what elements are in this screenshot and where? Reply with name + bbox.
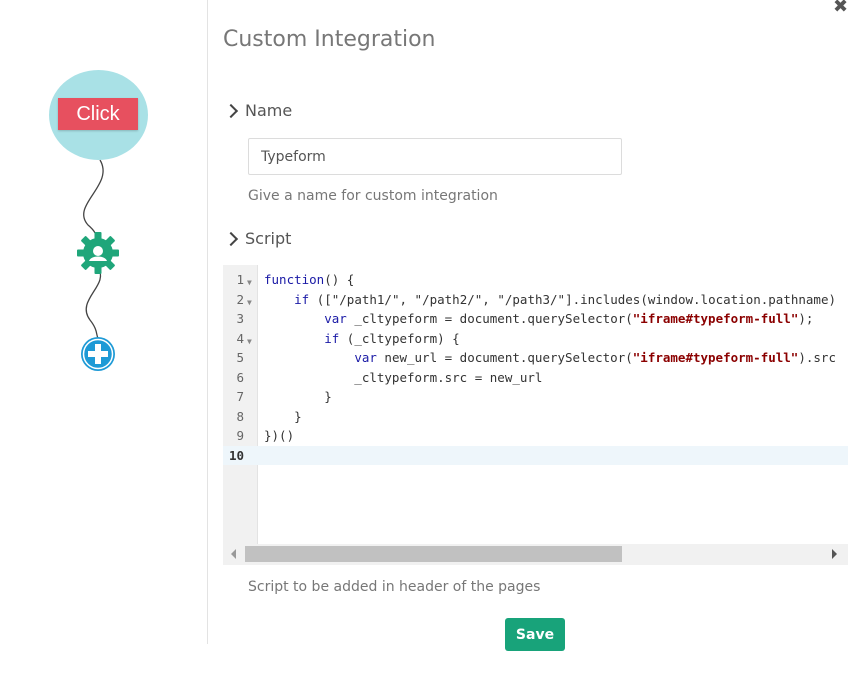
code-text: } <box>264 389 332 404</box>
code-text: var _cltypeform = document.querySelector… <box>324 311 814 326</box>
code-text: var new_url = document.querySelector("if… <box>354 350 836 365</box>
code-line[interactable]: 5 var new_url = document.querySelector("… <box>223 348 848 368</box>
save-button[interactable]: Save <box>505 618 565 651</box>
page-title: Custom Integration <box>223 27 436 52</box>
code-line[interactable]: 6 _cltypeform.src = new_url <box>223 368 848 388</box>
code-line[interactable]: 3 var _cltypeform = document.querySelect… <box>223 309 848 329</box>
code-text: } <box>264 408 302 424</box>
code-line[interactable]: 10 <box>223 445 848 465</box>
code-text: _cltypeform.src = new_url <box>264 369 543 385</box>
script-section-toggle[interactable]: Script <box>223 229 292 248</box>
integration-name-input[interactable] <box>248 138 622 175</box>
code-text: if (["/path1/", "/path2/", "/path3/"].in… <box>294 291 837 307</box>
code-line[interactable]: 4 ▼ if (_cltypeform) { <box>223 329 848 349</box>
add-step-plus-icon[interactable] <box>80 336 116 372</box>
name-section-toggle[interactable]: Name <box>223 101 293 120</box>
script-help-text: Script to be added in header of the page… <box>248 579 541 595</box>
line-number: 10 <box>228 447 244 463</box>
chevron-right-icon <box>223 231 239 246</box>
script-section-label: Script <box>245 229 292 248</box>
line-number: 1 <box>236 272 244 287</box>
panel-divider <box>207 0 208 644</box>
code-line[interactable]: 1 ▼ function() { <box>223 270 848 290</box>
close-icon[interactable]: ✖ <box>833 0 848 17</box>
line-number: 4 <box>236 330 244 346</box>
code-line[interactable]: 7 } <box>223 387 848 407</box>
code-text: if (_cltypeform) { <box>324 330 460 346</box>
line-number: 6 <box>236 369 244 385</box>
code-text: function() { <box>264 272 355 287</box>
flow-canvas: Click <box>0 0 207 684</box>
line-number: 7 <box>236 389 244 404</box>
line-number: 8 <box>236 408 244 424</box>
line-number: 9 <box>236 428 244 443</box>
code-line[interactable]: 8 } <box>223 407 848 427</box>
name-section-label: Name <box>245 101 293 120</box>
code-line[interactable]: 2 ▼ if (["/path1/", "/path2/", "/path3/"]… <box>223 290 848 310</box>
line-number: 5 <box>236 350 244 365</box>
name-help-text: Give a name for custom integration <box>248 188 498 204</box>
script-code-editor[interactable]: 1 ▼ function() {2 ▼ if (["/path1/", "/path2… <box>223 265 848 565</box>
scroll-left-icon[interactable] <box>231 549 236 559</box>
scrollbar-thumb[interactable] <box>245 546 622 562</box>
line-number: 3 <box>236 311 244 326</box>
scroll-right-icon[interactable] <box>832 549 837 559</box>
code-line[interactable]: 9 })() <box>223 426 848 446</box>
code-text: })() <box>264 428 295 443</box>
click-trigger-label[interactable]: Click <box>58 98 138 130</box>
gear-icon[interactable] <box>76 231 120 275</box>
chevron-right-icon <box>223 103 239 118</box>
line-number: 2 <box>236 291 244 307</box>
